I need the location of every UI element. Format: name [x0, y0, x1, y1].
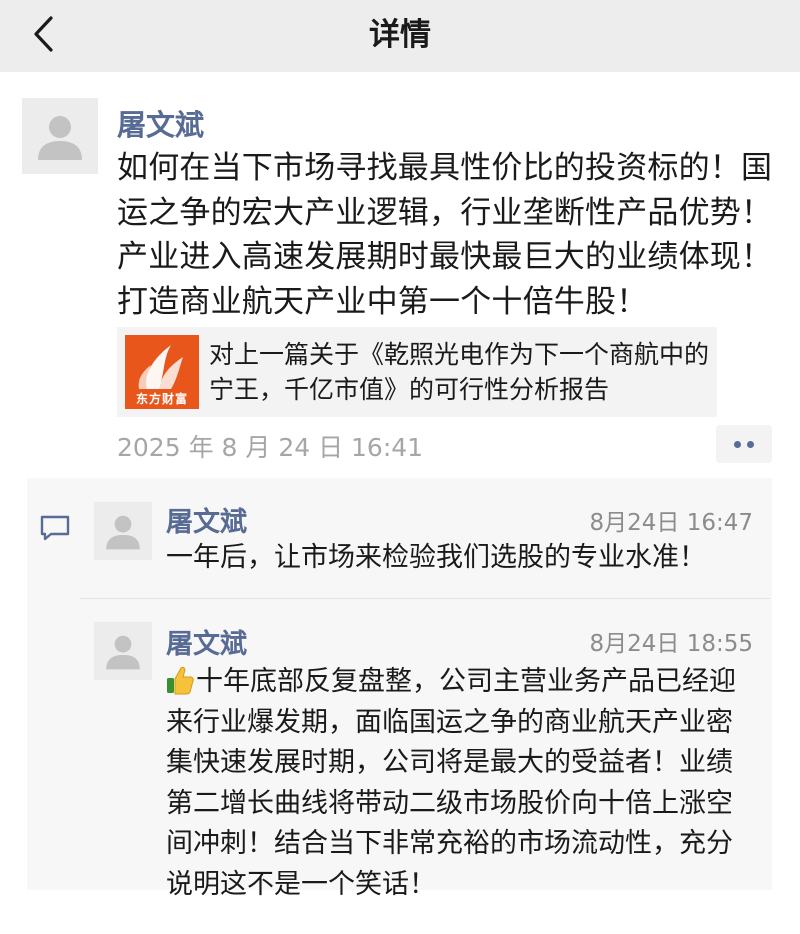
comment-timestamp: 8月24日 18:55 [589, 631, 754, 657]
avatar[interactable] [22, 98, 98, 174]
comment-text: 十年底部反复盘整，公司主营业务产品已经迎来行业爆发期，面临国运之争的商业航天产业… [166, 666, 736, 900]
comment-avatar[interactable] [94, 622, 152, 680]
more-dots-icon [734, 440, 741, 448]
default-avatar-icon [22, 98, 98, 174]
more-dots-icon [747, 440, 754, 448]
shared-link-title: 对上一篇关于《乾照光电作为下一个商航中的宁王，千亿市值》的可行性分析报告 [209, 340, 710, 404]
navbar: 详情 [0, 0, 800, 72]
more-actions-button[interactable] [716, 425, 772, 463]
comment-icon [40, 515, 70, 541]
thumbs-up-icon [167, 666, 194, 695]
comment-author-name[interactable]: 屠文斌 [166, 622, 247, 661]
comment-text[interactable]: 一年后，让市场来检验我们选股的专业水准！ [166, 538, 756, 579]
comment-timestamp: 8月24日 16:47 [589, 510, 754, 536]
post-timestamp: 2025 年 8 月 24 日 16:41 [117, 433, 424, 462]
comment-author-name[interactable]: 屠文斌 [166, 500, 247, 539]
post-text: 如何在当下市场寻找最具性价比的投资标的！国运之争的宏大产业逻辑，行业垄断性产品优… [117, 150, 773, 320]
default-avatar-icon [94, 622, 152, 680]
comment-body[interactable]: 十年底部反复盘整，公司主营业务产品已经迎来行业爆发期，面临国运之争的商业航天产业… [166, 662, 756, 905]
comment-avatar[interactable] [94, 502, 152, 560]
comment-divider [80, 598, 770, 599]
logo-text: 东方财富 [135, 392, 188, 406]
post-author-name[interactable]: 屠文斌 [117, 102, 204, 144]
shared-link-card[interactable]: 东方财富 对上一篇关于《乾照光电作为下一个商航中的宁王，千亿市值》的可行性分析报… [117, 327, 717, 417]
default-avatar-icon [94, 502, 152, 560]
eastmoney-logo: 东方财富 [125, 335, 199, 409]
page-title: 详情 [369, 17, 431, 53]
